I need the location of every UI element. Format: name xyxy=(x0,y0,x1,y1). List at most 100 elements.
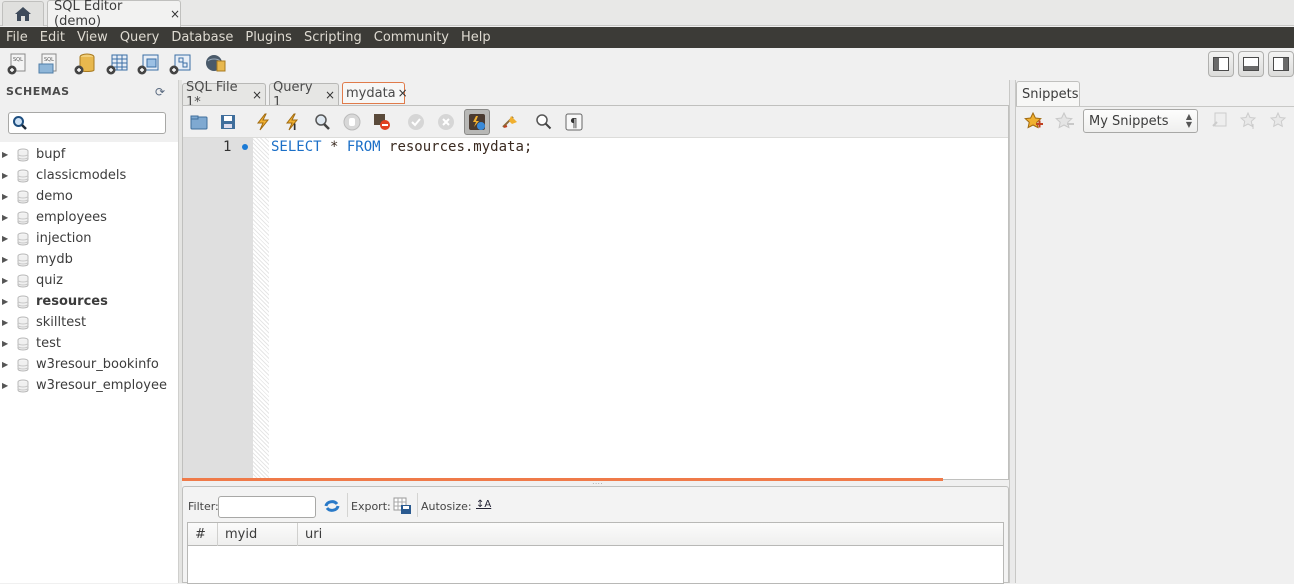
expand-arrow-icon[interactable]: ▶ xyxy=(2,234,12,243)
toggle-secondary-sidebar-button[interactable] xyxy=(1268,51,1294,77)
window-tab-bar: SQL Editor (demo) × xyxy=(0,0,1294,29)
new-sql-tab-icon[interactable]: SQL xyxy=(5,53,29,75)
close-icon[interactable]: × xyxy=(252,88,262,102)
add-snippet-star-icon[interactable] xyxy=(1024,111,1044,134)
create-routine-icon[interactable] xyxy=(168,53,192,75)
menu-query[interactable]: Query xyxy=(114,30,166,45)
beautify-icon[interactable] xyxy=(500,112,520,132)
rollback-icon[interactable] xyxy=(436,112,456,132)
svg-text:¶: ¶ xyxy=(570,116,578,130)
create-view-icon[interactable] xyxy=(136,53,160,75)
open-file-icon[interactable] xyxy=(189,112,209,132)
expand-arrow-icon[interactable]: ▶ xyxy=(2,318,12,327)
expand-arrow-icon[interactable]: ▶ xyxy=(2,255,12,264)
result-grid: # myid uri xyxy=(187,522,1004,584)
close-icon[interactable]: × xyxy=(170,7,180,21)
close-icon[interactable]: × xyxy=(325,88,335,102)
menu-database[interactable]: Database xyxy=(165,30,239,45)
menu-file[interactable]: File xyxy=(0,30,34,45)
database-icon xyxy=(17,274,29,287)
menu-help[interactable]: Help xyxy=(455,30,497,45)
database-icon xyxy=(17,379,29,392)
expand-arrow-icon[interactable]: ▶ xyxy=(2,276,12,285)
line-number-gutter xyxy=(183,138,253,479)
expand-arrow-icon[interactable]: ▶ xyxy=(2,192,12,201)
reconnect-icon[interactable] xyxy=(204,53,228,75)
execute-current-icon[interactable]: I xyxy=(283,112,303,132)
replace-with-snippet-icon[interactable]: I xyxy=(1239,111,1260,134)
expand-arrow-icon[interactable]: ▶ xyxy=(2,339,12,348)
grid-header: # myid uri xyxy=(188,523,1003,546)
tab-snippets[interactable]: Snippets xyxy=(1016,81,1080,106)
menu-edit[interactable]: Edit xyxy=(34,30,71,45)
schema-item-quiz[interactable]: ▶ quiz xyxy=(0,270,178,291)
toggle-output-button[interactable] xyxy=(1238,51,1264,77)
tab-mydata[interactable]: mydata × xyxy=(342,82,408,104)
toggle-sidebar-button[interactable] xyxy=(1208,51,1234,77)
column-header-uri[interactable]: uri xyxy=(298,523,1003,546)
schema-name: w3resour_employee xyxy=(36,378,167,393)
expand-arrow-icon[interactable]: ▶ xyxy=(2,213,12,222)
refresh-schemas-icon[interactable]: ⟳ xyxy=(155,85,165,99)
stop-icon[interactable] xyxy=(342,112,362,132)
code-line[interactable]: SELECT * FROM resources.mydata; xyxy=(271,139,532,155)
schema-item-injection[interactable]: ▶ injection xyxy=(0,228,178,249)
find-icon[interactable] xyxy=(534,112,554,132)
expand-arrow-icon[interactable]: ▶ xyxy=(2,360,12,369)
sql-editor-tab[interactable]: SQL Editor (demo) × xyxy=(47,0,181,29)
expand-arrow-icon[interactable]: ▶ xyxy=(2,297,12,306)
database-icon xyxy=(17,169,29,182)
svg-text:SQL: SQL xyxy=(44,57,54,63)
code-star: * xyxy=(321,139,347,155)
menu-scripting[interactable]: Scripting xyxy=(298,30,368,45)
sql-editor: I ¶ 1 SELECT * FROM resources.mydata; xyxy=(182,105,1009,480)
invisible-chars-icon[interactable]: ¶ xyxy=(564,112,584,132)
continue-on-error-icon[interactable] xyxy=(372,112,392,132)
database-icon xyxy=(17,337,29,350)
autocommit-toggle-icon[interactable] xyxy=(464,109,490,135)
schema-search-input[interactable] xyxy=(8,112,166,134)
secondary-sidebar-layout-icon xyxy=(1273,57,1289,71)
tab-query-1[interactable]: Query 1 × xyxy=(269,80,339,110)
refresh-icon[interactable] xyxy=(323,499,341,517)
column-header-myid[interactable]: myid xyxy=(218,523,298,546)
expand-arrow-icon[interactable]: ▶ xyxy=(2,150,12,159)
schema-item-w3resour_employee[interactable]: ▶ w3resour_employee xyxy=(0,375,178,396)
schema-item-bupf[interactable]: ▶ bupf xyxy=(0,144,178,165)
snippets-splitter[interactable] xyxy=(1009,80,1016,583)
export-icon[interactable] xyxy=(393,497,413,519)
save-icon[interactable] xyxy=(218,112,238,132)
schema-name: mydb xyxy=(36,252,73,267)
autosize-icon[interactable]: ↕A xyxy=(476,499,491,510)
column-header-rownum[interactable]: # xyxy=(188,523,218,546)
schema-item-skilltest[interactable]: ▶ skilltest xyxy=(0,312,178,333)
expand-arrow-icon[interactable]: ▶ xyxy=(2,381,12,390)
home-tab[interactable] xyxy=(2,1,44,26)
statement-marker-icon xyxy=(242,144,248,150)
schema-name: classicmodels xyxy=(36,168,127,183)
schema-item-resources[interactable]: ▶ resources xyxy=(0,291,178,312)
schema-item-w3resour_bookinfo[interactable]: ▶ w3resour_bookinfo xyxy=(0,354,178,375)
close-icon[interactable]: × xyxy=(398,86,408,100)
commit-icon[interactable] xyxy=(406,112,426,132)
insert-snippet-icon[interactable] xyxy=(1210,112,1230,134)
explain-icon[interactable] xyxy=(312,112,332,132)
menu-view[interactable]: View xyxy=(71,30,114,45)
schema-item-employees[interactable]: ▶ employees xyxy=(0,207,178,228)
open-sql-script-icon[interactable]: SQL xyxy=(36,53,60,75)
execute-icon[interactable] xyxy=(253,112,273,132)
snippets-category-select[interactable]: My Snippets ▲ ▼ xyxy=(1083,109,1198,133)
remove-snippet-star-icon[interactable] xyxy=(1055,111,1075,134)
menu-community[interactable]: Community xyxy=(368,30,455,45)
expand-arrow-icon[interactable]: ▶ xyxy=(2,171,12,180)
create-schema-icon[interactable] xyxy=(73,53,97,75)
menu-plugins[interactable]: Plugins xyxy=(239,30,298,45)
schema-item-demo[interactable]: ▶ demo xyxy=(0,186,178,207)
schema-item-classicmodels[interactable]: ▶ classicmodels xyxy=(0,165,178,186)
create-table-icon[interactable] xyxy=(105,53,129,75)
tab-sql-file-1[interactable]: SQL File 1* × xyxy=(182,80,266,110)
filter-input[interactable] xyxy=(218,496,316,518)
schema-item-test[interactable]: ▶ test xyxy=(0,333,178,354)
schema-item-mydb[interactable]: ▶ mydb xyxy=(0,249,178,270)
copy-snippet-icon[interactable] xyxy=(1269,111,1290,134)
